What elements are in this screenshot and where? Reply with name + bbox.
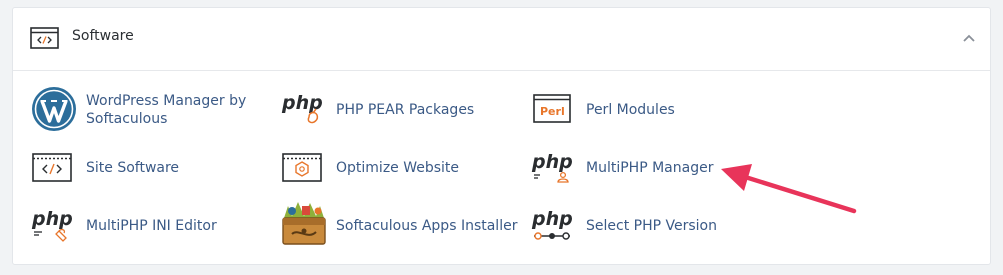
optimize-website-label: Optimize Website	[336, 160, 460, 176]
software-section-header[interactable]: Software	[13, 8, 990, 71]
optimize-website-link[interactable]: Optimize Website	[280, 143, 480, 193]
optimize-icon	[282, 153, 322, 182]
select-php-version-link[interactable]: php Select PHP Version	[530, 201, 730, 251]
wordpress-icon	[32, 87, 76, 131]
php-pear-link[interactable]: php PHP PEAR Packages	[280, 85, 480, 135]
php-ini-icon: php	[31, 208, 73, 242]
wordpress-manager-link[interactable]: WordPress Manager by Softaculous	[30, 85, 260, 135]
softaculous-icon	[282, 202, 326, 245]
php-text: php	[531, 208, 573, 230]
multiphp-ini-editor-label: MultiPHP INI Editor	[86, 218, 217, 234]
code-window-icon	[32, 153, 72, 182]
php-pear-label: PHP PEAR Packages	[336, 102, 475, 118]
wordpress-manager-label: WordPress Manager by Softaculous	[86, 93, 247, 127]
code-window-icon	[30, 27, 59, 49]
php-manager-icon: php	[531, 151, 573, 183]
site-software-label: Site Software	[86, 160, 180, 176]
perl-text: Perl	[540, 105, 565, 118]
multiphp-manager-label: MultiPHP Manager	[586, 160, 714, 176]
multiphp-ini-editor-link[interactable]: php MultiPHP INI Editor	[30, 201, 230, 251]
softaculous-apps-installer-link[interactable]: Softaculous Apps Installer	[278, 198, 518, 254]
softaculous-apps-installer-label: Softaculous Apps Installer	[336, 218, 518, 234]
section-title: Software	[72, 28, 134, 44]
multiphp-manager-link[interactable]: php MultiPHP Manager	[530, 143, 730, 193]
php-pear-icon: php	[281, 92, 323, 124]
php-text: php	[281, 92, 323, 114]
site-software-link[interactable]: Site Software	[30, 143, 230, 193]
perl-modules-link[interactable]: Perl Perl Modules	[530, 85, 730, 135]
software-panel: Software WordPress Manager by Softaculou…	[12, 7, 991, 265]
perl-modules-label: Perl Modules	[586, 102, 675, 118]
select-php-version-label: Select PHP Version	[586, 218, 717, 234]
perl-icon: Perl	[533, 94, 571, 123]
php-version-icon: php	[531, 208, 573, 240]
chevron-up-icon[interactable]	[962, 32, 976, 44]
php-text: php	[531, 151, 573, 173]
php-text: php	[31, 208, 73, 230]
